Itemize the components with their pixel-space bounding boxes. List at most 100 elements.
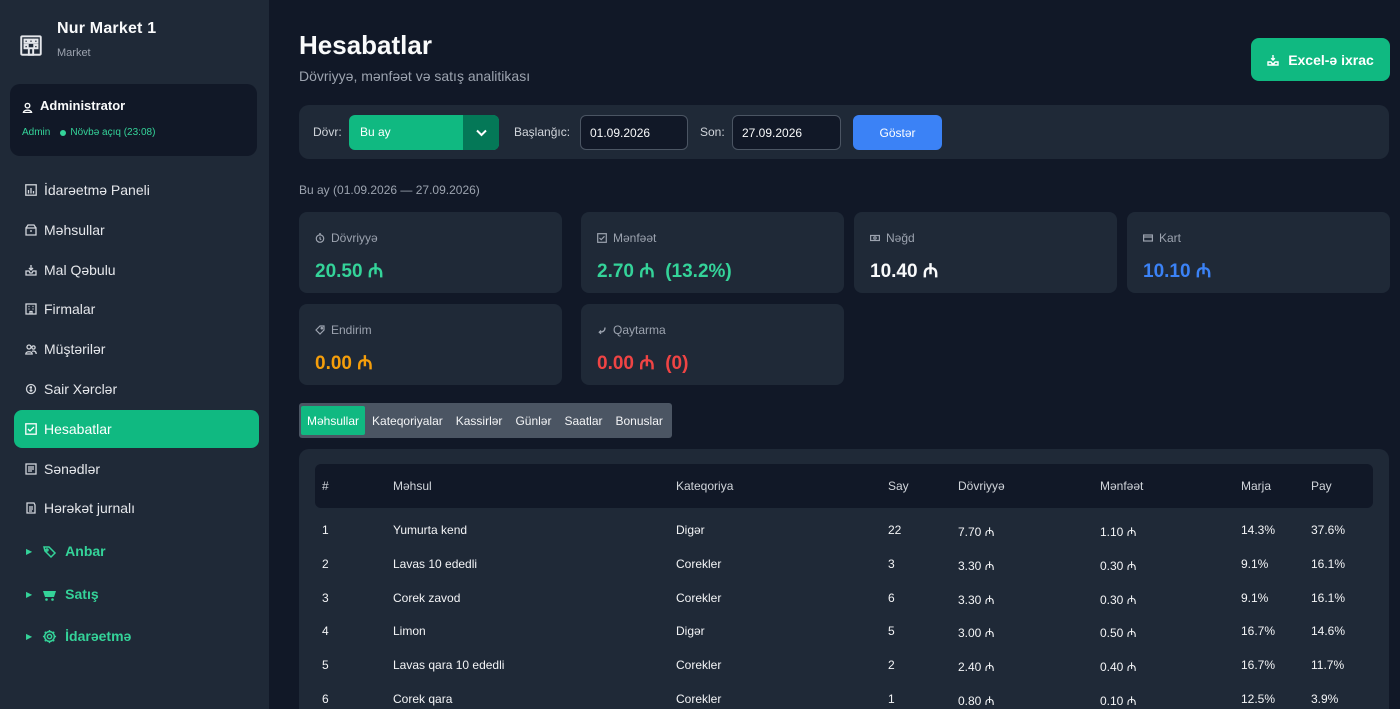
table-row-1-col-category: Digər [676, 523, 705, 537]
stat-card-returns: Qaytarma 0.00 ₼ (0) [581, 304, 844, 385]
sidebar-item-firms[interactable]: Firmalar [14, 290, 259, 328]
brand: Nur Market 1 Market [18, 20, 156, 59]
table-row-3-col-profit: 0.30 ₼ [1100, 592, 1137, 607]
shift-status-dot [60, 129, 67, 136]
document-icon [25, 462, 37, 475]
sidebar-group-warehouse[interactable]: ▶ Anbar [26, 543, 106, 559]
cart-icon [43, 590, 57, 601]
header-col-product[interactable]: Məhsul [393, 479, 432, 493]
start-date-input[interactable] [580, 115, 688, 150]
table-row-2-col-product: Lavas 10 ededli [393, 556, 478, 571]
sidebar: Nur Market 1 Market Administrator Admin … [0, 0, 269, 709]
chevron-right-icon: ▶ [26, 589, 33, 599]
page-title: Hesabatlar [299, 30, 432, 60]
table-row-4-col-index: 4 [322, 624, 329, 639]
user-card: Administrator Admin Növbə açıq (23:08) [10, 84, 257, 156]
building-icon [20, 35, 42, 56]
sidebar-nav: İdarəetmə Paneli Məhsullar Mal Qəbulu Fi… [14, 171, 259, 529]
sidebar-item-reports[interactable]: Hesabatlar [14, 409, 259, 448]
table-row-4-col-margin: 16.7% [1241, 624, 1276, 639]
stat-value-discount: 0.00 ₼ [315, 353, 373, 374]
table-row-4-col-profit: 0.50 ₼ [1100, 626, 1137, 641]
header-col-turnover[interactable]: Dövriyyə [958, 479, 1005, 493]
table-row-5-col-quantity: 2 [888, 658, 895, 673]
table-row-5-col-turnover: 2.40 ₼ [958, 660, 995, 675]
table-row-6-col-product: Corek qara [393, 692, 453, 706]
chevron-right-icon: ▶ [26, 631, 33, 641]
inbox-icon [25, 264, 37, 276]
check-icon [597, 233, 607, 243]
sidebar-group-sales[interactable]: ▶ Satış [26, 586, 99, 602]
table-row-3-col-share: 16.1% [1311, 590, 1346, 605]
table-row-1-col-turnover: 7.70 ₼ [958, 525, 995, 539]
sidebar-item-customers[interactable]: Müştərilər [14, 330, 259, 368]
table-row-3-col-product: Corek zavod [393, 590, 461, 605]
table-row-2-col-category: Corekler [676, 556, 722, 571]
table-row-3-col-turnover: 3.30 ₼ [958, 592, 995, 607]
export-excel-button[interactable]: Excel-ə ixrac [1251, 38, 1390, 81]
sidebar-item-activity-log[interactable]: Hərəkət jurnalı [14, 489, 259, 527]
header-col-quantity[interactable]: Say [888, 479, 909, 493]
tab-cashiers[interactable]: Kassirlər [450, 406, 509, 435]
tag-icon [315, 325, 325, 335]
brand-title: Nur Market 1 [57, 20, 157, 37]
table-row-6-col-category: Corekler [676, 692, 722, 706]
stopwatch-icon [315, 233, 325, 243]
table-row-6-col-margin: 12.5% [1241, 692, 1276, 706]
show-button[interactable]: Göstər [853, 115, 942, 150]
stat-value-turnover: 20.50 ₼ [315, 261, 384, 282]
tab-bonuses[interactable]: Bonuslar [610, 406, 669, 435]
table-row-5-col-product: Lavas qara 10 ededli [393, 658, 505, 673]
sidebar-group-management[interactable]: ▶ İdarəetmə [26, 628, 131, 644]
sidebar-item-products[interactable]: Məhsullar [14, 211, 259, 249]
table-row-2-col-margin: 9.1% [1241, 556, 1269, 571]
table-row-2-col-share: 16.1% [1311, 556, 1346, 571]
stat-card-card: Kart 10.10 ₼ [1127, 212, 1390, 293]
table-row-5-col-profit: 0.40 ₼ [1100, 660, 1137, 675]
header-col-category[interactable]: Kateqoriya [676, 479, 733, 493]
table-row-3-col-index: 3 [322, 590, 329, 605]
user-name: Administrator [40, 98, 126, 113]
table-row-4-col-turnover: 3.00 ₼ [958, 626, 995, 641]
table-header [315, 464, 1373, 508]
table-row-2-col-turnover: 3.30 ₼ [958, 558, 995, 573]
sidebar-item-documents[interactable]: Sənədlər [14, 450, 259, 488]
page-subtitle: Dövriyyə, mənfəət və satış analitikası [299, 68, 531, 84]
sidebar-item-goods-receipt[interactable]: Mal Qəbulu [14, 251, 259, 289]
header-col-profit[interactable]: Mənfəət [1100, 479, 1143, 493]
table-row-4-col-category: Digər [676, 624, 705, 639]
table-row-2-col-quantity: 3 [888, 556, 895, 571]
brand-subtitle: Market [57, 47, 91, 59]
journal-icon [26, 502, 36, 515]
tab-categories[interactable]: Kateqoriyalar [366, 406, 449, 435]
end-date-label: Son: [700, 125, 725, 139]
box-icon [25, 224, 37, 236]
table-row-1-col-index: 1 [322, 523, 329, 537]
table-row-6-col-share: 3.9% [1311, 692, 1339, 706]
stat-value-profit: 2.70 ₼ (13.2%) [597, 261, 732, 282]
table-row-2-col-index: 2 [322, 556, 329, 571]
tab-products[interactable]: Məhsullar [301, 406, 366, 435]
period-select[interactable]: Bu ay [349, 115, 499, 150]
tab-hours[interactable]: Saatlar [558, 406, 608, 435]
table-row-4-col-share: 14.6% [1311, 624, 1346, 639]
table-row-6-col-quantity: 1 [888, 692, 895, 706]
table-row-5-col-margin: 16.7% [1241, 658, 1276, 673]
header-col-margin[interactable]: Marja [1241, 479, 1271, 493]
user-icon [22, 102, 33, 113]
table-row-6-col-profit: 0.10 ₼ [1100, 694, 1137, 708]
table-row-3-col-quantity: 6 [888, 590, 895, 605]
stat-card-turnover: Dövriyyə 20.50 ₼ [299, 212, 562, 293]
users-icon [25, 344, 37, 355]
sidebar-item-dashboard[interactable]: İdarəetmə Paneli [14, 171, 259, 209]
end-date-input[interactable] [732, 115, 841, 150]
sidebar-item-other-expenses[interactable]: Sair Xərclər [14, 370, 259, 408]
tab-days[interactable]: Günlər [509, 406, 557, 435]
header-col-index[interactable]: # [322, 479, 329, 493]
table-row-1-col-profit: 1.10 ₼ [1100, 525, 1137, 539]
header-col-share[interactable]: Pay [1311, 479, 1332, 493]
stat-value-cash: 10.40 ₼ [870, 261, 939, 282]
cash-icon [870, 234, 880, 242]
download-tray-icon [1267, 54, 1279, 66]
card-icon [1143, 234, 1153, 242]
